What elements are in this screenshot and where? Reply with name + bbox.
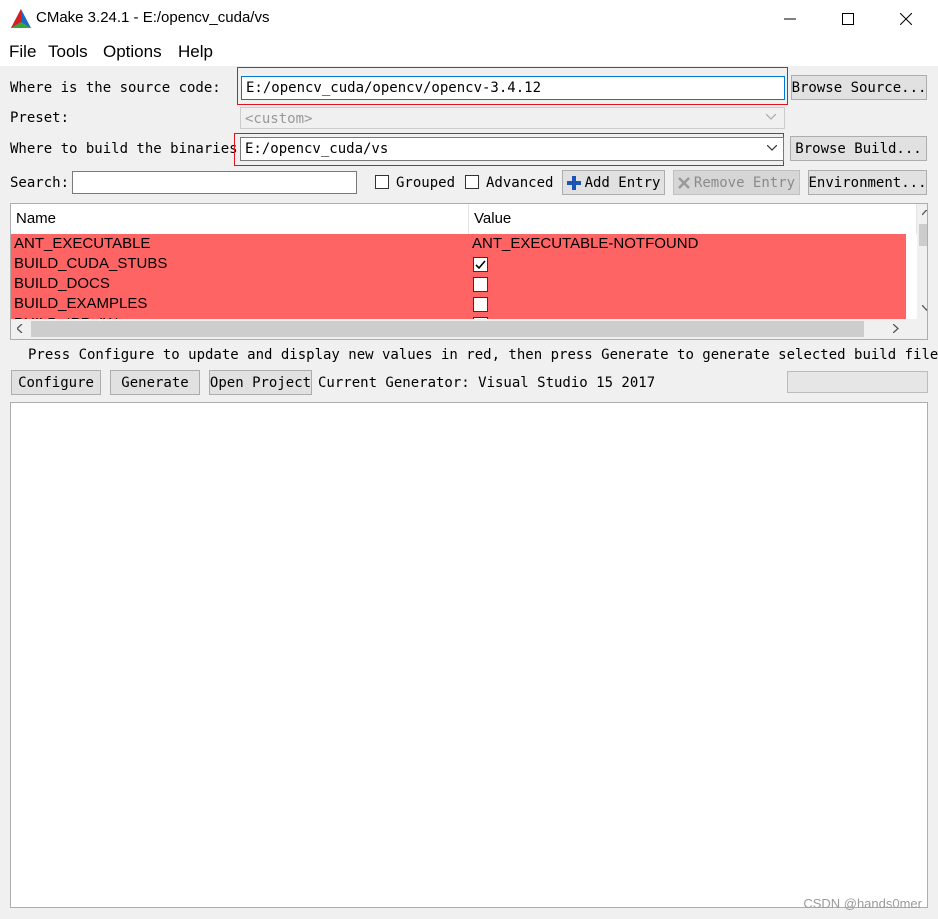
environment-button[interactable]: Environment...: [808, 170, 927, 195]
menu-bar: File Tools Options Help: [0, 38, 938, 66]
grouped-checkbox[interactable]: [375, 175, 389, 189]
maximize-button[interactable]: [820, 0, 876, 38]
title-bar: CMake 3.24.1 - E:/opencv_cuda/vs: [0, 0, 938, 38]
search-input[interactable]: [72, 171, 357, 194]
search-label: Search:: [10, 175, 70, 191]
scroll-left-icon[interactable]: [17, 324, 23, 333]
checkmark-icon: [475, 260, 486, 270]
row-value[interactable]: ANT_EXECUTABLE-NOTFOUND: [472, 234, 698, 254]
source-input[interactable]: E:/opencv_cuda/opencv/opencv-3.4.12: [241, 76, 785, 100]
build-chevron-down-icon: [767, 145, 777, 151]
row-name: ANT_EXECUTABLE: [14, 235, 151, 252]
column-header-value[interactable]: Value: [469, 204, 917, 234]
hint-text: Press Configure to update and display ne…: [28, 347, 938, 363]
preset-value: <custom>: [245, 111, 313, 127]
horizontal-scrollbar[interactable]: [11, 319, 927, 339]
progress-bar: [787, 371, 928, 393]
table-row[interactable]: BUILD_CUDA_STUBS: [11, 254, 906, 274]
row-name: BUILD_DOCS: [14, 275, 110, 292]
build-select[interactable]: E:/opencv_cuda/vs: [240, 137, 784, 161]
column-header-name[interactable]: Name: [11, 204, 469, 234]
watermark: CSDN @hands0mer: [803, 896, 922, 911]
vertical-scroll-thumb[interactable]: [919, 224, 927, 246]
table-row[interactable]: ANT_EXECUTABLE ANT_EXECUTABLE-NOTFOUND: [11, 234, 906, 254]
cmake-logo-icon: [11, 9, 31, 28]
preset-select[interactable]: <custom>: [240, 107, 785, 129]
row-checkbox[interactable]: [473, 277, 488, 292]
minimize-icon: [784, 18, 796, 20]
preset-chevron-down-icon: [766, 114, 776, 120]
table-row[interactable]: BUILD_EXAMPLES: [11, 294, 906, 314]
source-label: Where is the source code:: [10, 80, 221, 96]
browse-build-button[interactable]: Browse Build...: [790, 136, 927, 161]
maximize-icon: [842, 13, 854, 25]
table-row[interactable]: BUILD_DOCS: [11, 274, 906, 294]
row-name: BUILD_EXAMPLES: [14, 295, 148, 312]
row-checkbox-checked[interactable]: [473, 257, 488, 272]
current-generator-text: Current Generator: Visual Studio 15 2017: [318, 375, 656, 391]
generate-button[interactable]: Generate: [110, 370, 200, 395]
add-entry-label: Add Entry: [584, 174, 661, 191]
close-button[interactable]: [878, 0, 934, 38]
menu-tools[interactable]: Tools: [48, 42, 88, 62]
build-value: E:/opencv_cuda/vs: [245, 141, 389, 157]
vertical-scrollbar[interactable]: [917, 204, 928, 319]
remove-entry-label: Remove Entry: [693, 174, 796, 191]
remove-x-icon: [678, 176, 690, 189]
advanced-checkbox[interactable]: [465, 175, 479, 189]
advanced-label: Advanced: [486, 175, 554, 191]
horizontal-scroll-thumb[interactable]: [31, 321, 864, 337]
close-icon: [900, 13, 912, 25]
menu-options[interactable]: Options: [103, 42, 162, 62]
grouped-label: Grouped: [396, 175, 456, 191]
configure-button[interactable]: Configure: [11, 370, 101, 395]
open-project-button[interactable]: Open Project: [209, 370, 312, 395]
menu-file[interactable]: File: [9, 42, 36, 62]
row-name: BUILD_CUDA_STUBS: [14, 255, 168, 272]
menu-help[interactable]: Help: [178, 42, 213, 62]
cache-table[interactable]: Name Value ANT_EXECUTABLE ANT_EXECUTABLE…: [10, 203, 928, 340]
scroll-up-icon[interactable]: [922, 210, 928, 216]
output-log[interactable]: [10, 402, 928, 908]
preset-label: Preset:: [10, 110, 70, 126]
scroll-right-icon[interactable]: [893, 324, 899, 333]
build-label: Where to build the binaries:: [10, 141, 247, 157]
plus-icon: [566, 175, 581, 190]
scroll-down-icon[interactable]: [922, 305, 928, 311]
row-checkbox[interactable]: [473, 297, 488, 312]
minimize-button[interactable]: [762, 0, 818, 38]
add-entry-button[interactable]: Add Entry: [562, 170, 665, 195]
browse-source-button[interactable]: Browse Source...: [791, 75, 927, 100]
remove-entry-button[interactable]: Remove Entry: [673, 170, 800, 195]
window-title: CMake 3.24.1 - E:/opencv_cuda/vs: [36, 9, 270, 26]
